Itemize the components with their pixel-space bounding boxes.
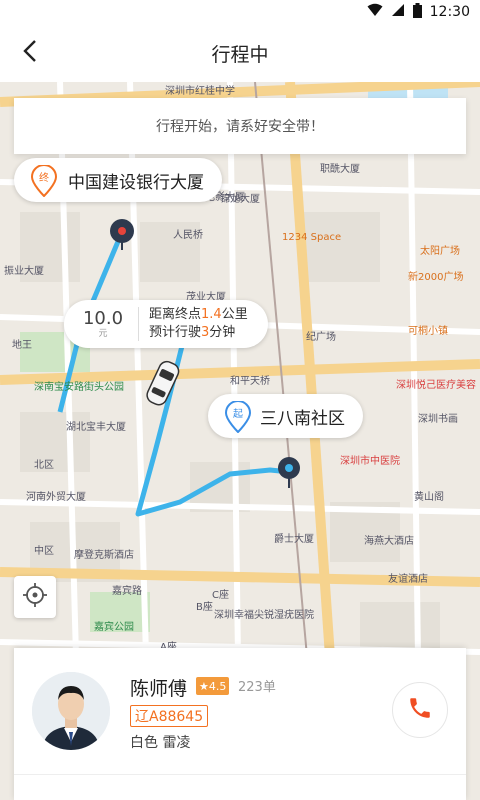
map-label: 太阳广场 — [420, 246, 460, 257]
order-count: 223单 — [238, 680, 276, 695]
fare: 10.0 元 — [78, 308, 128, 340]
map-label: 1234 Space — [282, 232, 342, 243]
map-label: 振业大厦 — [4, 266, 44, 277]
star-icon: ★ — [199, 679, 209, 693]
map-label: 新2000广场 — [408, 272, 464, 283]
map-label: 爵士大厦 — [274, 534, 314, 545]
call-driver-button[interactable] — [392, 682, 448, 738]
map-label: 纪广场 — [306, 332, 336, 343]
map-label: 友谊酒店 — [388, 574, 428, 585]
map-label: 深圳幸福尖锐湿疣医院 — [214, 610, 314, 621]
map-label: 地王 — [12, 340, 32, 351]
phone-icon — [407, 695, 433, 725]
page-title: 行程中 — [211, 43, 269, 66]
map-label: B座 — [196, 602, 213, 613]
avatar — [32, 672, 110, 750]
fare-value: 10.0 — [82, 308, 124, 329]
map-label: 嘉宾公园 — [94, 622, 134, 633]
map-label: 和平天桥 — [230, 376, 270, 387]
wifi-icon — [367, 3, 383, 21]
map-label: 河南外贸大厦 — [26, 492, 86, 503]
distance-unit: 公里 — [221, 307, 248, 322]
license-plate: 辽A88645 — [130, 705, 209, 727]
map-label: 深圳悦己医疗美容 — [396, 380, 476, 391]
map-label: 深圳市红桂中学 — [165, 86, 235, 97]
map-label: 北区 — [34, 460, 54, 471]
map-label: 海燕大酒店 — [364, 536, 414, 547]
map-label: 锦龙大厦 — [220, 194, 260, 205]
divider — [138, 307, 139, 341]
status-time: 12:30 — [429, 4, 470, 20]
trip-notice: 行程开始，请系好安全带！ — [14, 98, 466, 154]
distance-value: 1.4 — [201, 307, 222, 322]
destination-badge: 终 — [39, 171, 49, 184]
map-label: 黄山阁 — [414, 492, 444, 503]
map-label: 嘉宾路 — [112, 586, 142, 597]
trip-info-callout: 10.0 元 距离终点1.4公里 预计行驶3分钟 — [64, 300, 268, 348]
crosshair-icon — [22, 582, 48, 612]
map-label: 中区 — [34, 546, 54, 557]
trip-eta: 距离终点1.4公里 预计行驶3分钟 — [149, 306, 248, 342]
rating-value: 4.5 — [208, 679, 227, 693]
map-label: 人民桥 — [173, 230, 203, 241]
pickup-point — [276, 456, 302, 494]
map-label: 深圳书画 — [418, 414, 458, 425]
map-label: 深圳市中医院 — [340, 456, 400, 467]
fare-unit: 元 — [98, 329, 108, 339]
driver-name: 陈师傅 — [130, 678, 188, 700]
map-label: 职酰大厦 — [320, 164, 360, 175]
car-description: 白色 雷凌 — [130, 735, 191, 751]
eta-prefix: 预计行驶 — [149, 325, 202, 340]
pickup-label: 三八南社区 — [260, 408, 345, 429]
rating-badge: ★ 4.5 — [196, 677, 230, 695]
map-label: 湖北宝丰大厦 — [66, 422, 126, 433]
pickup-pin-icon: 起 — [224, 400, 252, 437]
distance-prefix: 距离终点 — [149, 307, 202, 322]
destination-callout[interactable]: 终 中国建设银行大厦 — [14, 158, 222, 202]
destination-point — [108, 218, 136, 256]
nav-bar: 行程中 — [0, 24, 480, 82]
battery-icon — [412, 2, 422, 22]
destination-pin-icon: 终 — [30, 164, 58, 201]
divider — [14, 774, 466, 775]
map-label: 可桐小镇 — [408, 326, 448, 337]
map-label: 摩登克斯酒店 — [74, 550, 134, 561]
eta-unit: 分钟 — [209, 325, 236, 340]
pickup-badge: 起 — [233, 408, 243, 420]
status-bar: 12:30 — [0, 0, 480, 24]
destination-label: 中国建设银行大厦 — [68, 172, 204, 193]
back-button[interactable] — [10, 34, 50, 72]
pickup-callout[interactable]: 起 三八南社区 — [208, 394, 363, 438]
eta-line: 预计行驶3分钟 — [149, 324, 248, 342]
map-label: 深南宝安路街头公园 — [34, 382, 124, 393]
distance-line: 距离终点1.4公里 — [149, 306, 248, 324]
signal-icon — [391, 3, 405, 21]
driver-card: 陈师傅 ★ 4.5 223单 辽A88645 白色 雷凌 — [14, 648, 466, 800]
map-label: C座 — [212, 590, 229, 601]
locate-button[interactable] — [14, 576, 56, 618]
chevron-left-icon — [23, 40, 37, 66]
